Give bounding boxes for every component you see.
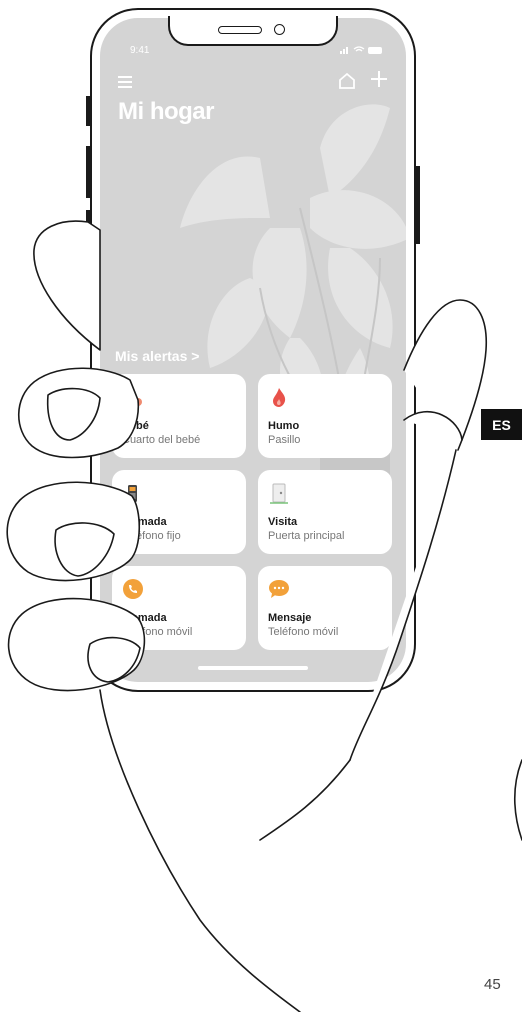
card-subtitle: Cuarto del bebé [122, 434, 201, 446]
alert-card-visit[interactable]: Visita Puerta principal [258, 470, 392, 554]
alert-card-smoke[interactable]: Humo Pasillo [258, 374, 392, 458]
mute-switch [86, 96, 90, 126]
card-subtitle: Teléfono móvil [268, 626, 339, 638]
my-alerts-link[interactable]: Mis alertas > [115, 348, 199, 364]
card-subtitle: Pasillo [268, 434, 301, 446]
card-title: Llamada [122, 516, 167, 528]
flame-icon [273, 388, 286, 407]
menu-icon[interactable] [118, 76, 132, 91]
phone-screen: 9:41 Mi hogar Mis alertas > Bebé Cuarto … [100, 18, 406, 682]
card-title: Visita [268, 516, 298, 528]
card-title: Mensaje [268, 612, 312, 624]
card-subtitle: Puerta principal [268, 530, 345, 542]
language-tab: ES [481, 409, 522, 440]
front-camera [274, 24, 285, 35]
card-subtitle: Teléfono móvil [122, 626, 193, 638]
battery-wifi-signal-icon [340, 46, 382, 54]
alert-card-mobile-call[interactable]: Llamada Teléfono móvil [112, 566, 246, 650]
alert-card-baby[interactable]: Bebé Cuarto del bebé [112, 374, 246, 458]
message-bubble-icon [269, 580, 289, 598]
alert-card-landline[interactable]: Llamada Teléfono fijo [112, 470, 246, 554]
doorbell-icon [270, 483, 288, 504]
status-time: 9:41 [130, 45, 150, 56]
power-button [416, 166, 420, 244]
add-icon[interactable] [370, 70, 388, 88]
home-indicator[interactable] [198, 666, 308, 670]
card-title: Humo [268, 420, 300, 432]
landline-phone-icon [128, 485, 137, 502]
volume-down-button [86, 210, 90, 262]
card-title: Bebé [122, 420, 149, 432]
card-subtitle: Teléfono fijo [122, 530, 181, 542]
page-number: 45 [484, 976, 501, 993]
baby-pacifier-icon [125, 388, 142, 406]
earpiece-speaker [218, 26, 262, 34]
volume-up-button [86, 146, 90, 198]
status-icons [340, 45, 384, 57]
alert-card-message[interactable]: Mensaje Teléfono móvil [258, 566, 392, 650]
card-title: Llamada [122, 612, 167, 624]
phone-call-icon [123, 579, 143, 599]
